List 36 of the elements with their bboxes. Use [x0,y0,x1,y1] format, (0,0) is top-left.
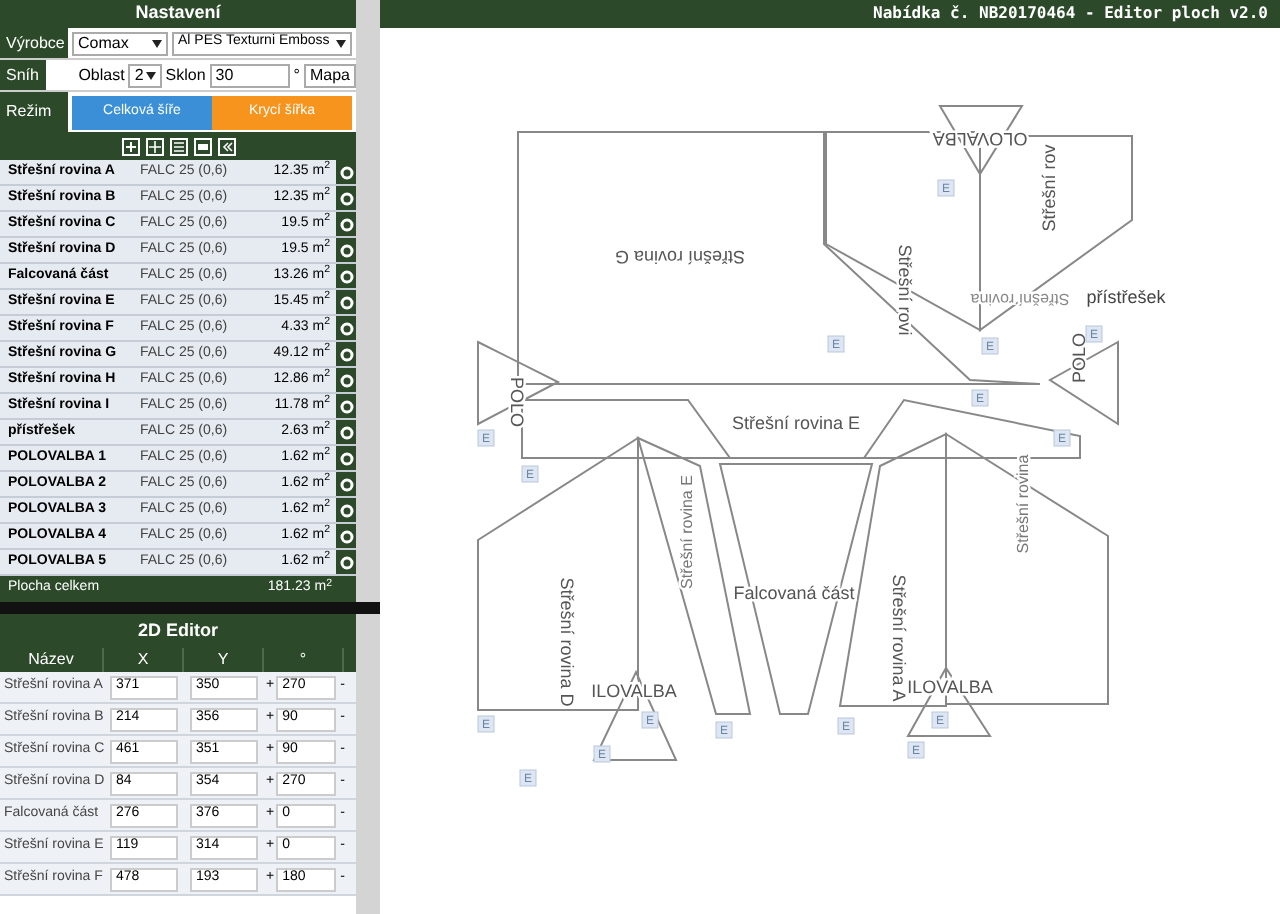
roof-plane-outline[interactable] [477,340,561,426]
map-button[interactable]: Mapa [303,63,356,87]
plane-label: POLO [507,377,528,427]
brand-select[interactable]: Comax [72,31,168,55]
rewind-icon[interactable] [217,137,235,155]
plane-label: Střešní rovina G [614,247,746,268]
plane-label: POLO [1068,333,1089,383]
roof-plane-outline[interactable] [718,463,874,715]
plane-label: Střešní rovi [895,244,916,336]
row-label: Režim [0,92,68,132]
caret-icon [336,39,346,47]
plane-label: Střešní rovina D [557,577,578,707]
plane-label: Střešní rovina [970,289,1070,308]
editor-title: Nabídka č. NB20170464 - Editor ploch v2.0 [873,2,1268,26]
scrollbar[interactable] [356,614,380,914]
plane-label: OLOVALBA [932,129,1028,150]
plane-label: Střešní rovina [1014,454,1033,554]
list-icon[interactable] [169,137,187,155]
plus-icon[interactable] [121,137,139,155]
area-label: Oblast [78,63,125,87]
slope-label: Sklon [165,63,206,87]
caret-icon [152,39,162,47]
area-select[interactable]: 2 [128,63,162,87]
panel-title: Nastavení [0,0,356,28]
caret-icon [145,71,156,79]
row-label: Výrobce [0,28,68,58]
slope-input[interactable]: 30 [209,63,290,87]
plane-label: Střešní rovina A [889,574,910,702]
degree-sign: ° [293,63,300,87]
plane-label: Střešní rov [1038,144,1059,232]
scrollbar[interactable] [356,0,380,602]
plane-label: přístřešek [1086,286,1166,307]
plane-label: Střešní rovina E [678,475,697,589]
panel-title: 2D Editor [0,614,356,648]
row-label: Sníh [0,60,47,90]
plane-label: Střešní rovina E [731,412,861,433]
